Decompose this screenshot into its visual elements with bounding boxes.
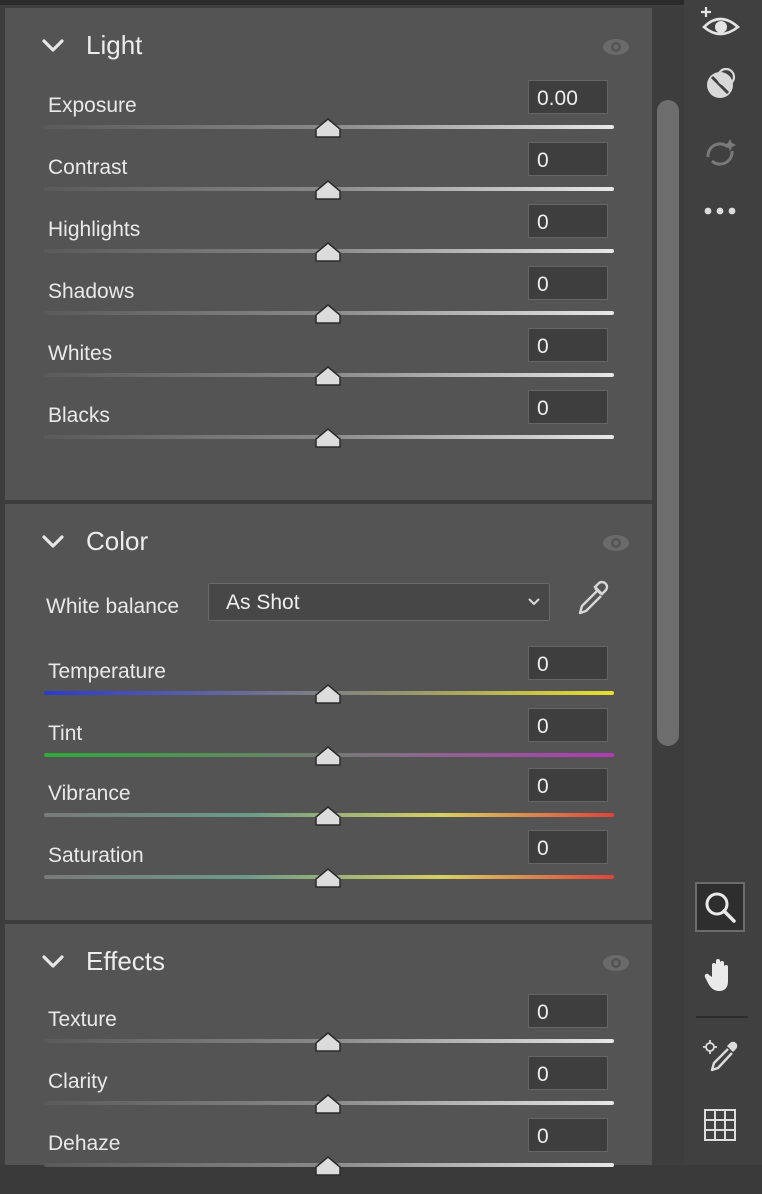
slider-thumb[interactable] — [314, 806, 342, 826]
slider-label: Texture — [48, 1008, 117, 1031]
shadows-input[interactable]: 0 — [528, 266, 608, 300]
highlights-input[interactable]: 0 — [528, 204, 608, 238]
white-balance-label: White balance — [46, 595, 180, 618]
vibrance-input[interactable]: 0 — [528, 768, 608, 802]
slider-row-dehaze: Dehaze 0 — [5, 1118, 652, 1194]
dehaze-input[interactable]: 0 — [528, 1118, 608, 1152]
slider-thumb[interactable] — [314, 1156, 342, 1176]
eyedropper-icon[interactable] — [573, 579, 611, 619]
panel-scrollbar[interactable] — [657, 100, 679, 746]
eyedropper-target-icon[interactable] — [695, 1032, 745, 1082]
slider-thumb[interactable] — [314, 118, 342, 138]
slider-thumb[interactable] — [314, 304, 342, 324]
temperature-input[interactable]: 0 — [528, 646, 608, 680]
whites-input[interactable]: 0 — [528, 328, 608, 362]
slider-label: Whites — [48, 342, 113, 365]
sidebar-divider — [696, 1016, 748, 1018]
tint-input[interactable]: 0 — [528, 708, 608, 742]
slider-label: Temperature — [48, 660, 166, 683]
slider-thumb[interactable] — [314, 366, 342, 386]
grid-icon[interactable] — [695, 1100, 745, 1150]
slider-row-saturation: Saturation 0 — [5, 830, 652, 906]
more-icon[interactable] — [695, 186, 745, 236]
refresh-sparkle-icon[interactable] — [695, 128, 745, 178]
blacks-input[interactable]: 0 — [528, 390, 608, 424]
eye-icon[interactable] — [602, 954, 630, 972]
chevron-down-icon[interactable] — [41, 534, 65, 550]
slider-thumb[interactable] — [314, 746, 342, 766]
slider-thumb[interactable] — [314, 180, 342, 200]
slider-thumb[interactable] — [314, 1032, 342, 1052]
zoom-icon[interactable] — [695, 882, 745, 932]
eye-icon[interactable] — [602, 534, 630, 552]
slider-label: Saturation — [48, 844, 144, 867]
slider-label: Clarity — [48, 1070, 108, 1093]
slider-label: Tint — [48, 722, 83, 745]
effects-section-header[interactable]: Effects — [5, 924, 652, 1000]
effects-section: Effects Texture 0 Clarity 0 Dehaze 0 — [5, 924, 652, 1176]
white-balance-select[interactable]: As Shot — [208, 583, 550, 621]
chevron-down-icon[interactable] — [41, 38, 65, 54]
panel-top-border — [0, 0, 684, 5]
clarity-input[interactable]: 0 — [528, 1056, 608, 1090]
color-section-header[interactable]: Color — [5, 504, 652, 580]
slider-thumb[interactable] — [314, 1094, 342, 1114]
texture-input[interactable]: 0 — [528, 994, 608, 1028]
slider-label: Dehaze — [48, 1132, 121, 1155]
eye-icon[interactable] — [602, 38, 630, 56]
slider-label: Blacks — [48, 404, 110, 427]
edit-panel: Light Exposure 0.00 Contrast 0 Highlight… — [0, 0, 684, 1176]
color-section-title: Color — [86, 526, 149, 556]
slider-label: Highlights — [48, 218, 141, 241]
contrast-input[interactable]: 0 — [528, 142, 608, 176]
light-section-title: Light — [86, 30, 143, 60]
add-eye-icon[interactable] — [695, 0, 745, 50]
chevron-down-icon[interactable] — [41, 954, 65, 970]
light-section-header[interactable]: Light — [5, 8, 652, 84]
slider-row-blacks: Blacks 0 — [5, 390, 652, 466]
slider-label: Shadows — [48, 280, 135, 303]
slider-thumb[interactable] — [314, 868, 342, 888]
slider-thumb[interactable] — [314, 428, 342, 448]
tool-sidebar — [684, 0, 762, 1165]
hand-icon[interactable] — [695, 950, 745, 1000]
slider-thumb[interactable] — [314, 684, 342, 704]
slider-label: Exposure — [48, 94, 137, 117]
saturation-input[interactable]: 0 — [528, 830, 608, 864]
light-section: Light Exposure 0.00 Contrast 0 Highlight… — [5, 8, 652, 500]
white-balance-value: As Shot — [226, 591, 300, 614]
chevron-down-icon — [528, 598, 540, 606]
exposure-input[interactable]: 0.00 — [528, 80, 608, 114]
slider-label: Vibrance — [48, 782, 131, 805]
slider-thumb[interactable] — [314, 242, 342, 262]
color-section: Color White balance As Shot Temperature … — [5, 504, 652, 920]
effects-section-title: Effects — [86, 946, 166, 976]
slider-label: Contrast — [48, 156, 128, 179]
heal-icon[interactable] — [695, 58, 745, 108]
